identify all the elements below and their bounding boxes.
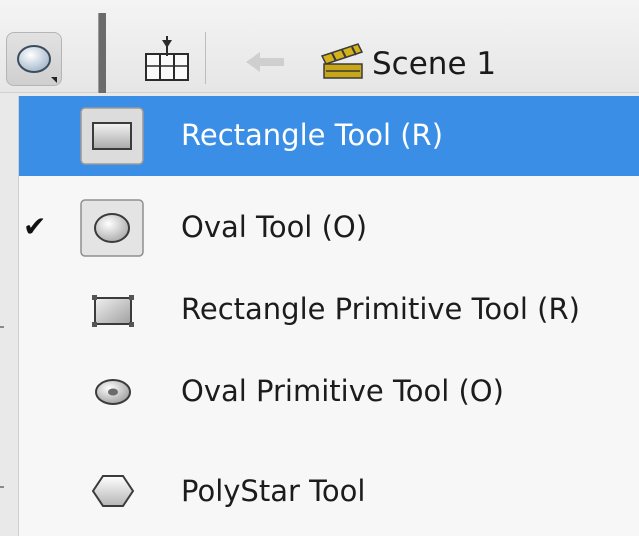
flash-tools-window: Scene 1 Rectangle Tool (R) ✔ Oval Tool (… [0, 0, 639, 536]
menu-item-rectangle-tool[interactable]: Rectangle Tool (R) [19, 96, 639, 176]
menu-item-label: PolyStar Tool [181, 474, 366, 508]
rectangle-primitive-tool-icon [79, 280, 145, 340]
menu-item-oval-primitive-tool[interactable]: Oval Primitive Tool (O) [19, 352, 639, 432]
panel-edge-mark [0, 486, 4, 488]
menu-item-polystar-tool[interactable]: PolyStar Tool [19, 452, 639, 532]
polystar-tool-icon [79, 462, 145, 522]
toolbar-divider [205, 32, 206, 84]
oval-primitive-tool-icon [79, 362, 145, 422]
menu-item-label: Oval Tool (O) [181, 210, 368, 244]
back-arrow-icon[interactable] [244, 50, 288, 78]
top-toolbar: Scene 1 [0, 0, 639, 93]
menu-item-label: Rectangle Primitive Tool (R) [181, 292, 580, 326]
menu-item-oval-tool[interactable]: ✔ Oval Tool (O) [19, 188, 639, 268]
checkmark-icon: ✔ [23, 210, 47, 243]
scene-label[interactable]: Scene 1 [372, 46, 496, 82]
shape-tools-menu: Rectangle Tool (R) ✔ Oval Tool (O) Recta… [18, 96, 639, 536]
menu-item-label: Oval Primitive Tool (O) [181, 374, 504, 408]
clapperboard-icon [318, 40, 366, 88]
menu-item-label: Rectangle Tool (R) [181, 118, 444, 152]
panel-edge-mark [0, 326, 4, 328]
menu-item-rectangle-primitive-tool[interactable]: Rectangle Primitive Tool (R) [19, 270, 639, 350]
oval-tool-icon [79, 198, 145, 258]
timeline-icon[interactable] [140, 36, 194, 90]
panel-drag-handle[interactable] [98, 13, 106, 93]
oval-tool-icon [17, 45, 57, 83]
rectangle-tool-icon [79, 106, 145, 166]
current-tool-button[interactable] [6, 32, 62, 86]
